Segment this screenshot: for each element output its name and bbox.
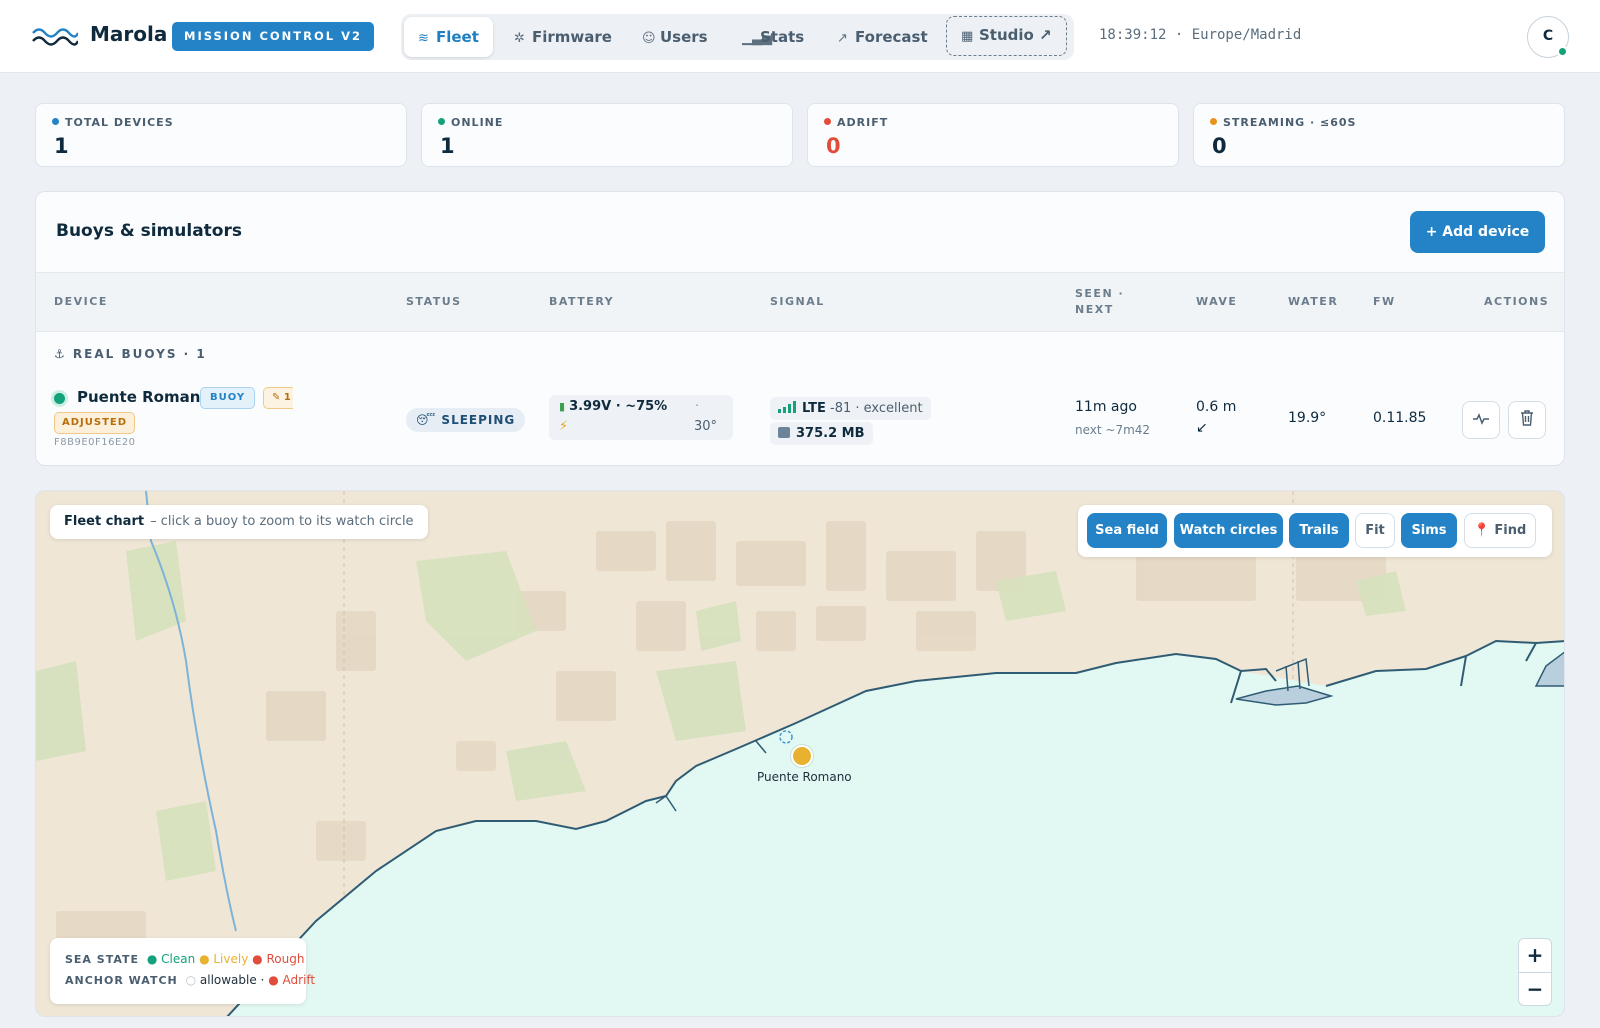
fleet-icon: ≋ xyxy=(418,31,429,46)
charging-icon: ⚡ xyxy=(559,419,569,434)
stat-total-devices: TOTAL DEVICES 1 xyxy=(35,103,407,167)
water-temperature: 19.9° xyxy=(1288,410,1327,426)
group-label-real-buoys: ⚓ REAL BUOYS · 1 xyxy=(54,347,207,361)
find-button[interactable]: 📍 Find xyxy=(1464,513,1536,548)
battery-temperature: 30° xyxy=(694,419,718,434)
zoom-out-button[interactable]: − xyxy=(1519,972,1551,1005)
device-id: F8B9E0F16E20 xyxy=(54,437,136,448)
battery-cell: ▮ 3.99V · ~75% · ⚡ 30° xyxy=(549,395,733,440)
adjusted-badge: ADJUSTED xyxy=(54,412,136,434)
status-dot xyxy=(52,118,59,125)
tab-forecast[interactable]: ↗ Forecast xyxy=(837,17,928,57)
col-signal: SIGNAL xyxy=(770,295,825,308)
col-status: STATUS xyxy=(406,295,462,308)
brand-name: Marola xyxy=(90,22,168,46)
signal-bars-icon xyxy=(778,401,796,413)
last-seen: 11m ago xyxy=(1075,399,1137,415)
wave-direction-icon: ↙ xyxy=(1196,420,1208,436)
online-dot xyxy=(54,393,65,404)
watch-circles-toggle[interactable]: Watch circles xyxy=(1174,513,1283,548)
fit-button[interactable]: Fit xyxy=(1355,513,1395,548)
buoy-marker[interactable] xyxy=(791,745,813,767)
battery-icon: ▮ xyxy=(559,400,566,413)
data-icon xyxy=(778,427,790,438)
type-badge: BUOY xyxy=(200,387,256,409)
chip-icon: ✲ xyxy=(514,31,525,46)
wave-height: 0.6 m xyxy=(1196,399,1237,415)
main-nav: ≋ Fleet ✲ Firmware ☺ Users ▁▃▅Stats ↗ Foreca… xyxy=(401,14,1074,60)
devices-panel: Buoys & simulators + Add device DEVICE S… xyxy=(35,191,1565,466)
col-water: WATER xyxy=(1288,295,1339,308)
sims-toggle[interactable]: Sims xyxy=(1401,513,1457,548)
map-controls: Sea field Watch circles Trails Fit Sims … xyxy=(1078,505,1552,557)
bar-chart-icon: ▁▃▅ xyxy=(742,31,772,46)
zoom-control: + − xyxy=(1518,938,1552,1006)
panel-title: Buoys & simulators xyxy=(56,221,242,241)
stat-online: ONLINE 1 xyxy=(421,103,793,167)
add-device-button[interactable]: + Add device xyxy=(1410,211,1545,253)
map-legend: SEA STATE ● Clean ● Lively ● Rough ANCHO… xyxy=(50,938,315,1004)
buoy-map-label: Puente Romano xyxy=(757,770,852,784)
telemetry-button[interactable] xyxy=(1462,401,1500,439)
mission-control-badge: MISSION CONTROL V2 xyxy=(172,22,375,51)
col-fw: FW xyxy=(1373,295,1396,308)
zoom-in-button[interactable]: + xyxy=(1519,939,1551,972)
pulse-icon xyxy=(1473,413,1489,425)
users-icon: ☺ xyxy=(642,31,656,46)
col-wave: WAVE xyxy=(1196,295,1238,308)
online-indicator xyxy=(1557,46,1568,57)
col-device: DEVICE xyxy=(54,295,108,308)
stat-streaming: STREAMING · ≤60S 0 xyxy=(1193,103,1565,167)
tab-users[interactable]: ☺ Users xyxy=(642,17,708,57)
top-bar: Marola MISSION CONTROL V2 ≋ Fleet ✲ Firmwa… xyxy=(0,0,1600,73)
next-contact: next ~7m42 xyxy=(1075,423,1151,437)
sea-field-toggle[interactable]: Sea field xyxy=(1087,513,1167,548)
status-dot xyxy=(824,118,831,125)
trash-icon xyxy=(1521,410,1533,426)
signal-strength: LTE -81 · excellent xyxy=(770,397,931,420)
edit-count-badge[interactable]: ✎ 1 xyxy=(263,387,293,409)
table-header: DEVICE STATUS BATTERY SIGNAL SEEN · NEXT … xyxy=(36,272,1564,332)
stat-value: 1 xyxy=(440,134,455,158)
map-title-card: Fleet chart – click a buoy to zoom to its… xyxy=(50,505,428,539)
tab-studio[interactable]: ▦ Studio ↗ xyxy=(946,16,1067,56)
tab-firmware[interactable]: ✲ Firmware xyxy=(514,17,612,57)
firmware-version: 0.11.85 xyxy=(1373,410,1427,426)
data-usage: 375.2 MB xyxy=(770,422,873,445)
grid-icon: ▦ xyxy=(961,29,974,44)
status-badge: 😴 SLEEPING xyxy=(406,408,526,432)
col-battery: BATTERY xyxy=(549,295,615,308)
stat-adrift: ADRIFT 0 xyxy=(807,103,1179,167)
col-actions: ACTIONS xyxy=(1484,295,1550,308)
wave-logo-icon xyxy=(32,28,78,46)
status-dot xyxy=(1210,118,1217,125)
col-seen-next: SEEN · NEXT xyxy=(1075,287,1125,316)
clock: 18:39:12 · Europe/Madrid xyxy=(1099,27,1302,43)
delete-button[interactable] xyxy=(1508,401,1546,439)
trails-toggle[interactable]: Trails xyxy=(1289,513,1349,548)
stat-value: 0 xyxy=(826,134,841,158)
stat-value: 0 xyxy=(1212,134,1227,158)
trend-icon: ↗ xyxy=(837,31,848,46)
tab-stats[interactable]: ▁▃▅Stats xyxy=(742,17,804,57)
fleet-map[interactable]: Fleet chart – click a buoy to zoom to its… xyxy=(35,490,1565,1017)
status-dot xyxy=(438,118,445,125)
tab-fleet[interactable]: ≋ Fleet xyxy=(404,17,493,57)
device-name[interactable]: Puente Romano xyxy=(77,388,211,406)
stat-value: 1 xyxy=(54,134,69,158)
